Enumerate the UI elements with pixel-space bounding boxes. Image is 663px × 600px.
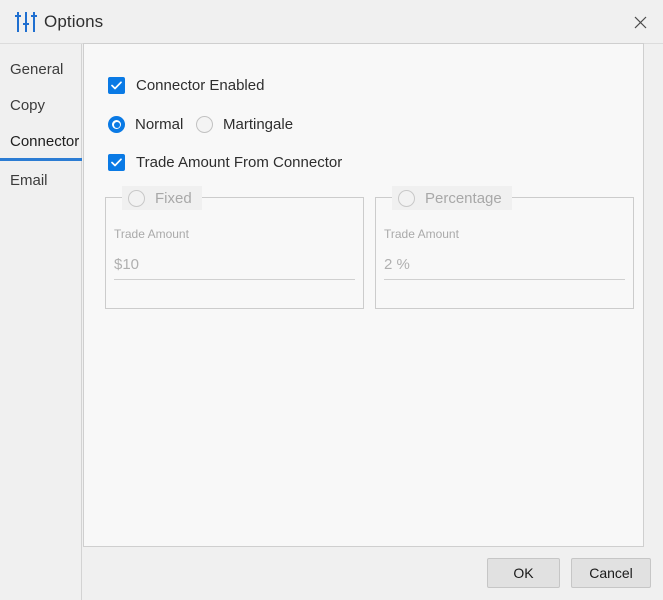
- sliders-icon: [14, 11, 38, 33]
- percentage-group: Percentage Trade Amount 2 %: [375, 186, 634, 309]
- mode-martingale-row[interactable]: Martingale: [196, 116, 293, 133]
- fixed-radio[interactable]: [128, 189, 145, 207]
- fixed-trade-amount-input[interactable]: $10: [114, 256, 355, 280]
- sidebar-item-connector[interactable]: Connector: [0, 123, 81, 159]
- mode-martingale-label: Martingale: [223, 116, 294, 133]
- trade-amount-from-connector-row[interactable]: Trade Amount From Connector: [108, 154, 342, 171]
- window-title: Options: [44, 12, 104, 31]
- settings-panel: Connector Enabled Normal Martingale Trad…: [83, 43, 644, 547]
- sidebar-item-label: Email: [10, 171, 48, 189]
- sidebar: General Copy Connector Email: [0, 44, 82, 600]
- percentage-group-header[interactable]: Percentage: [392, 186, 512, 210]
- mode-martingale-radio[interactable]: [196, 116, 213, 133]
- title-bar: Options: [0, 0, 663, 44]
- fixed-trade-amount-label: Trade Amount: [114, 227, 189, 241]
- mode-normal-label: Normal: [135, 116, 184, 133]
- close-icon[interactable]: [617, 0, 663, 44]
- connector-enabled-label: Connector Enabled: [136, 77, 265, 94]
- sidebar-item-general[interactable]: General: [0, 51, 81, 87]
- connector-enabled-row[interactable]: Connector Enabled: [108, 77, 264, 94]
- trade-amount-from-connector-label: Trade Amount From Connector: [136, 154, 343, 171]
- percentage-radio[interactable]: [398, 189, 415, 207]
- sidebar-item-label: Connector: [10, 132, 80, 150]
- ok-button[interactable]: OK: [487, 558, 560, 588]
- fixed-group-header[interactable]: Fixed: [122, 186, 202, 210]
- sidebar-item-label: General: [10, 60, 64, 78]
- percentage-trade-amount-label: Trade Amount: [384, 227, 459, 241]
- fixed-group: Fixed Trade Amount $10: [105, 186, 364, 309]
- cancel-button[interactable]: Cancel: [571, 558, 651, 588]
- trade-amount-from-connector-checkbox[interactable]: [108, 154, 125, 171]
- percentage-trade-amount-input[interactable]: 2 %: [384, 256, 625, 280]
- percentage-group-title: Percentage: [425, 189, 502, 207]
- connector-enabled-checkbox[interactable]: [108, 77, 125, 94]
- sidebar-item-email[interactable]: Email: [0, 162, 81, 198]
- fixed-group-title: Fixed: [155, 189, 192, 207]
- sidebar-item-label: Copy: [10, 96, 46, 114]
- sidebar-item-copy[interactable]: Copy: [0, 87, 81, 123]
- mode-normal-row[interactable]: Normal: [108, 116, 183, 133]
- mode-normal-radio[interactable]: [108, 116, 125, 133]
- sidebar-selection-indicator: [0, 158, 82, 161]
